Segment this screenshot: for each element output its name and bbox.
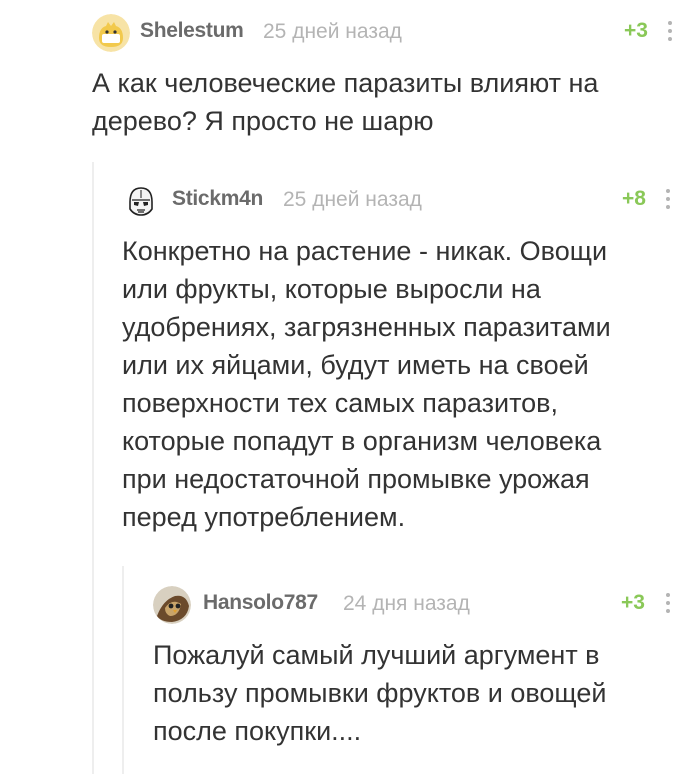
comment-username[interactable]: Shelestum [140,19,244,43]
more-options-icon[interactable] [664,590,672,616]
comment-rating: +3 [621,591,645,614]
comment-timestamp[interactable]: 25 дней назад [283,188,422,212]
comment-header: Shelestum 25 дней назад +3 [92,14,692,54]
more-options-icon[interactable] [666,18,674,44]
thread-line-level-2[interactable] [122,566,124,774]
comment-rating: +3 [624,19,648,42]
owl-avatar-icon[interactable] [153,586,191,624]
comment-rating: +8 [622,187,646,210]
comment-username[interactable]: Stickm4n [172,187,263,211]
comment: Stickm4n 25 дней назад +8 Конкретно на р… [122,182,692,542]
comment-text: Конкретно на растение - никак. Овощи или… [122,236,611,532]
comment-header: Stickm4n 25 дней назад +8 [122,182,692,222]
comment-username[interactable]: Hansolo787 [203,591,318,615]
comment-text: Пожалуй самый лучший аргумент в пользу п… [153,640,607,746]
comment-timestamp[interactable]: 25 дней назад [263,20,402,44]
comment-timestamp[interactable]: 24 дня назад [343,592,470,616]
cat-avatar-icon[interactable] [92,14,130,52]
comment: Shelestum 25 дней назад +3 А как человеч… [92,14,692,144]
comment: Hansolo787 24 дня назад +3 Пожалуй самый… [153,586,693,756]
thread-line-level-1[interactable] [92,162,94,774]
stormtrooper-avatar-icon[interactable] [122,182,160,220]
more-options-icon[interactable] [664,186,672,212]
comment-text: А как человеческие паразиты влияют на де… [92,68,599,136]
comment-header: Hansolo787 24 дня назад +3 [153,586,693,626]
